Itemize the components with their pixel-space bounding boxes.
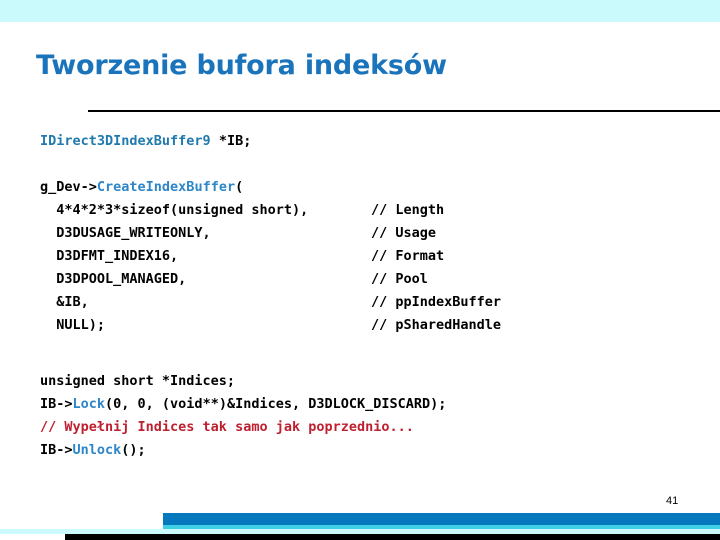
code-param-text: 4*4*2*3*sizeof(unsigned short), — [40, 202, 309, 218]
code-line-blank-2 — [40, 337, 700, 370]
code-param-comment: // Pool — [371, 271, 428, 287]
code-line-param-length: 4*4*2*3*sizeof(unsigned short), // Length — [40, 199, 700, 222]
code-token-object: g_Dev-> — [40, 179, 97, 195]
code-line-param-psharedhandle: NULL); // pSharedHandle — [40, 314, 700, 337]
code-param-text: NULL); — [40, 317, 106, 333]
code-line-param-ppindexbuffer: &IB, // ppIndexBuffer — [40, 291, 700, 314]
code-line-lock-call: IB->Lock(0, 0, (void**)&Indices, D3DLOCK… — [40, 393, 700, 416]
code-line-unlock-call: IB->Unlock(); — [40, 439, 700, 462]
code-token-object: IB-> — [40, 442, 73, 458]
code-token-arguments: (0, 0, (void**)&Indices, D3DLOCK_DISCARD… — [105, 396, 447, 412]
code-token-arguments: (); — [121, 442, 146, 458]
page-number: 41 — [666, 495, 679, 507]
code-block: IDirect3DIndexBuffer9 *IB; g_Dev->Create… — [40, 130, 700, 462]
code-line-blank-1 — [40, 153, 700, 176]
code-token-method: Lock — [72, 396, 106, 412]
code-param-comment: // Length — [371, 202, 445, 218]
code-param-text: D3DUSAGE_WRITEONLY, — [40, 225, 211, 241]
code-line-param-usage: D3DUSAGE_WRITEONLY, // Usage — [40, 222, 700, 245]
code-param-text: D3DPOOL_MANAGED, — [40, 271, 187, 287]
code-param-comment: // ppIndexBuffer — [371, 294, 502, 310]
footer-bar-black — [65, 534, 720, 540]
code-line-create-call: g_Dev->CreateIndexBuffer( — [40, 176, 700, 199]
code-token-indices-decl: unsigned short *Indices; — [40, 373, 236, 389]
code-token-type: IDirect3DIndexBuffer9 — [40, 133, 211, 149]
code-line-polish-comment: // Wypełnij Indices tak samo jak poprzed… — [40, 416, 700, 439]
code-token-object: IB-> — [40, 396, 73, 412]
title-divider — [88, 110, 720, 112]
code-token-method: Unlock — [72, 442, 122, 458]
page-title: Tworzenie bufora indeksów — [36, 50, 447, 81]
code-param-text: D3DFMT_INDEX16, — [40, 248, 179, 264]
footer-bar-blue — [163, 513, 720, 525]
code-param-comment: // pSharedHandle — [371, 317, 502, 333]
code-token-comment: // Wypełnij Indices tak samo jak poprzed… — [40, 419, 414, 435]
code-line-param-format: D3DFMT_INDEX16, // Format — [40, 245, 700, 268]
top-decorative-band — [0, 0, 720, 22]
code-line-declaration: IDirect3DIndexBuffer9 *IB; — [40, 130, 700, 153]
code-token-method: CreateIndexBuffer — [96, 179, 236, 195]
code-token-variable: *IB; — [210, 133, 252, 149]
code-param-comment: // Format — [371, 248, 445, 264]
code-line-indices-declaration: unsigned short *Indices; — [40, 370, 700, 393]
code-param-comment: // Usage — [371, 225, 437, 241]
code-line-param-pool: D3DPOOL_MANAGED, // Pool — [40, 268, 700, 291]
code-param-text: &IB, — [40, 294, 89, 310]
code-token-paren: ( — [235, 179, 244, 195]
